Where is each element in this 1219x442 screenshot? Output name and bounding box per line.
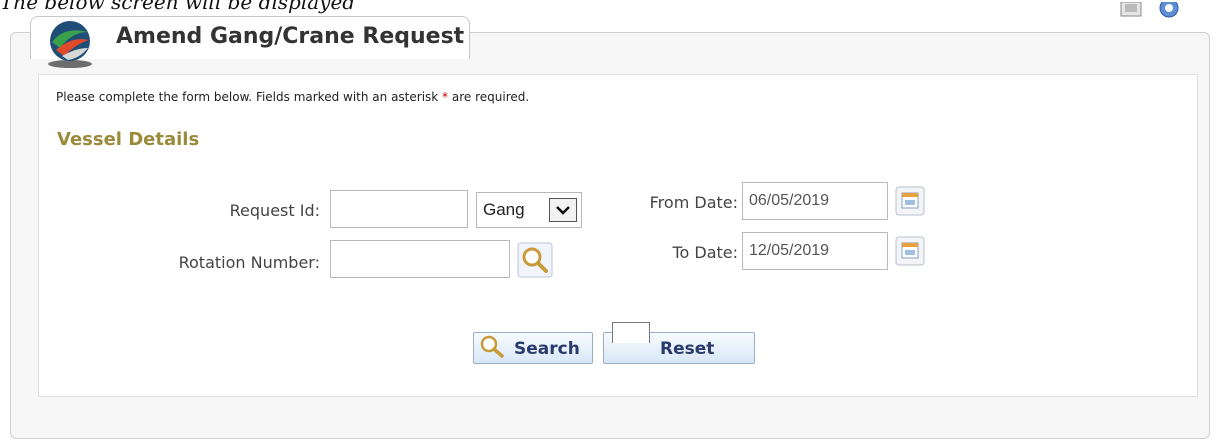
section-title: Vessel Details	[57, 129, 200, 150]
dropdown-arrow[interactable]	[549, 198, 577, 222]
from-date-input[interactable]	[742, 182, 888, 220]
search-button[interactable]: Search	[473, 332, 593, 364]
form-instructions: Please complete the form below. Fields m…	[56, 90, 529, 104]
help-icon[interactable]	[1155, 2, 1183, 18]
magnifier-icon	[480, 335, 504, 358]
calendar-icon[interactable]	[895, 236, 925, 266]
instructions-text-end: are required.	[448, 90, 530, 104]
rotation-number-input[interactable]	[330, 240, 510, 278]
request-type-select[interactable]: Gang	[476, 192, 582, 228]
reset-button-focus-marker	[612, 322, 650, 343]
reset-button-label: Reset	[660, 339, 715, 359]
to-date-label: To Date:	[672, 243, 738, 262]
calendar-icon[interactable]	[895, 186, 925, 216]
document-caption: The below screen will be displayed	[0, 0, 356, 14]
request-type-selected: Gang	[483, 200, 525, 219]
search-button-label: Search	[514, 339, 580, 359]
rotation-number-label: Rotation Number:	[178, 253, 320, 272]
print-icon[interactable]	[1117, 2, 1145, 18]
logo-icon	[48, 21, 92, 68]
page-title: Amend Gang/Crane Request	[116, 24, 465, 49]
search-icon[interactable]	[517, 242, 553, 278]
request-id-label: Request Id:	[229, 201, 320, 220]
from-date-label: From Date:	[649, 193, 738, 212]
chevron-down-icon	[556, 206, 570, 215]
to-date-input[interactable]	[742, 232, 888, 270]
instructions-text: Please complete the form below. Fields m…	[56, 90, 443, 104]
request-id-input[interactable]	[330, 190, 468, 228]
